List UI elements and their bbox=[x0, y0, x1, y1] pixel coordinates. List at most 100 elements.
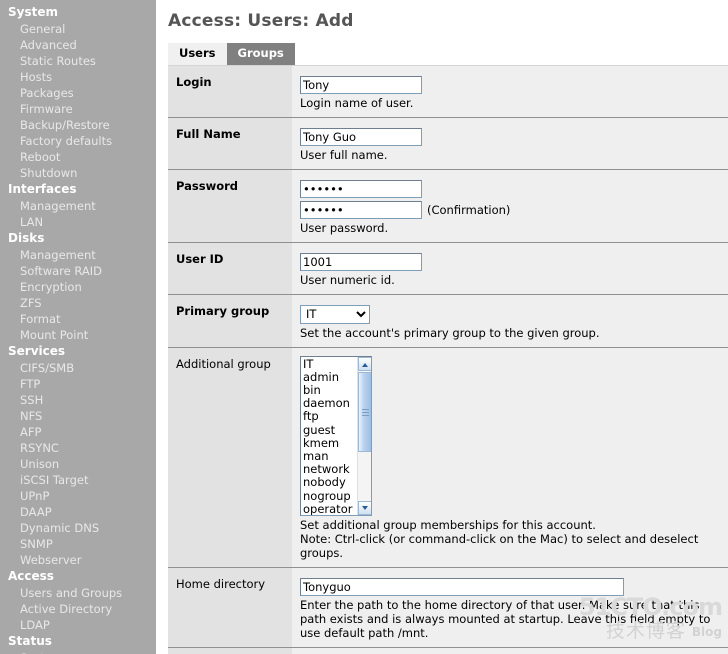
listbox-option[interactable]: nogroup bbox=[303, 489, 357, 503]
sidebar-item-reboot[interactable]: Reboot bbox=[0, 149, 156, 165]
label-user-id: User ID bbox=[168, 243, 292, 294]
listbox-option[interactable]: kmem bbox=[303, 436, 357, 450]
sidebar-item-management[interactable]: Management bbox=[0, 247, 156, 263]
label-login: Login bbox=[168, 66, 292, 117]
listbox-option[interactable]: operator bbox=[303, 502, 357, 514]
sidebar-item-upnp[interactable]: UPnP bbox=[0, 488, 156, 504]
label-home-directory: Home directory bbox=[168, 567, 292, 647]
scroll-up-arrow-icon[interactable] bbox=[358, 356, 371, 371]
desc-additional-group-1: Set additional group memberships for thi… bbox=[300, 517, 596, 532]
listbox-option[interactable]: ftp bbox=[303, 410, 357, 423]
sidebar-item-format[interactable]: Format bbox=[0, 311, 156, 327]
password-confirm-input[interactable] bbox=[300, 201, 422, 219]
sidebar-group-access: Access bbox=[8, 569, 54, 583]
desc-user-id: User numeric id. bbox=[300, 273, 395, 287]
sidebar-item-users-and-groups[interactable]: Users and Groups bbox=[0, 585, 156, 601]
sidebar-item-management[interactable]: Management bbox=[0, 198, 156, 214]
sidebar-item-advanced[interactable]: Advanced bbox=[0, 37, 156, 53]
form-row-password: Password (Confirmation) User password. bbox=[168, 170, 728, 243]
sidebar-item-ldap[interactable]: LDAP bbox=[0, 617, 156, 633]
sidebar-item-shutdown[interactable]: Shutdown bbox=[0, 165, 156, 181]
tab-groups[interactable]: Groups bbox=[226, 43, 295, 65]
form-row-full-name: Full Name User full name. bbox=[168, 118, 728, 170]
label-full-name: Full Name bbox=[168, 118, 292, 169]
label-primary-group: Primary group bbox=[168, 295, 292, 347]
scrollbar-thumb[interactable] bbox=[358, 371, 371, 452]
sidebar-item-active-directory[interactable]: Active Directory bbox=[0, 601, 156, 617]
sidebar-item-hosts[interactable]: Hosts bbox=[0, 69, 156, 85]
sidebar-navigation: System General Advanced Static Routes Hosts P… bbox=[0, 0, 156, 654]
sidebar-item-cifs-smb[interactable]: CIFS/SMB bbox=[0, 360, 156, 376]
sidebar-item-dynamic-dns[interactable]: Dynamic DNS bbox=[0, 520, 156, 536]
sidebar-item-static-routes[interactable]: Static Routes bbox=[0, 53, 156, 69]
sidebar-item-webserver[interactable]: Webserver bbox=[0, 552, 156, 568]
sidebar-item-afp[interactable]: AFP bbox=[0, 424, 156, 440]
sidebar-item-rsync[interactable]: RSYNC bbox=[0, 440, 156, 456]
desc-primary-group: Set the account's primary group to the g… bbox=[300, 325, 600, 340]
password-confirm-note: (Confirmation) bbox=[427, 203, 511, 217]
sidebar-item-ftp[interactable]: FTP bbox=[0, 376, 156, 392]
scroll-down-arrow-icon[interactable] bbox=[358, 500, 371, 515]
label-password: Password bbox=[168, 170, 292, 242]
sidebar-item-system[interactable]: System bbox=[0, 650, 156, 654]
sidebar-item-unison[interactable]: Unison bbox=[0, 456, 156, 472]
value-password: (Confirmation) User password. bbox=[292, 170, 728, 242]
listbox-option[interactable]: nobody bbox=[303, 476, 357, 489]
login-input[interactable] bbox=[300, 76, 422, 94]
app-window: System General Advanced Static Routes Hosts P… bbox=[0, 0, 728, 654]
sidebar-group-disks: Disks bbox=[8, 231, 45, 245]
scrollbar-grip-icon bbox=[362, 408, 369, 416]
tab-users[interactable]: Users bbox=[168, 43, 227, 65]
sidebar-item-software-raid[interactable]: Software RAID bbox=[0, 263, 156, 279]
main-content: Access: Users: Add Users Groups Login Lo… bbox=[156, 0, 728, 654]
primary-group-select[interactable]: ITadminbindaemonftpguestkmemmannetworkno… bbox=[300, 304, 370, 324]
sidebar-item-ssh[interactable]: SSH bbox=[0, 392, 156, 408]
form-row-login: Login Login name of user. bbox=[168, 66, 728, 118]
sidebar-group-interfaces: Interfaces bbox=[8, 182, 77, 196]
label-additional-group: Additional group bbox=[168, 347, 292, 567]
sidebar-group-services: Services bbox=[8, 344, 66, 358]
additional-group-listbox[interactable]: IT admin bin daemon ftp guest kmem man network no… bbox=[300, 355, 372, 516]
sidebar-item-general[interactable]: General bbox=[0, 21, 156, 37]
value-shell-access: Give full shell access to user. bbox=[292, 647, 728, 654]
value-user-id: User numeric id. bbox=[292, 243, 728, 294]
listbox-option[interactable]: IT bbox=[303, 357, 357, 371]
sidebar-item-firmware[interactable]: Firmware bbox=[0, 101, 156, 117]
value-additional-group: IT admin bin daemon ftp guest kmem man network no… bbox=[292, 347, 728, 567]
label-shell-access: Shell access bbox=[168, 647, 292, 654]
desc-password: User password. bbox=[300, 221, 389, 235]
value-primary-group: ITadminbindaemonftpguestkmemmannetworkno… bbox=[292, 295, 728, 347]
listbox-option[interactable]: admin bbox=[303, 370, 357, 384]
desc-additional-group-2: Note: Ctrl-click (or command-click on th… bbox=[300, 531, 699, 560]
user-id-input[interactable] bbox=[300, 253, 422, 271]
desc-full-name: User full name. bbox=[300, 148, 388, 162]
full-name-input[interactable] bbox=[300, 128, 422, 146]
sidebar-item-snmp[interactable]: SNMP bbox=[0, 536, 156, 552]
form-row-additional-group: Additional group IT admin bin daemon ftp gues… bbox=[168, 347, 728, 568]
sidebar-item-encryption[interactable]: Encryption bbox=[0, 279, 156, 295]
desc-login: Login name of user. bbox=[300, 96, 414, 110]
password-input[interactable] bbox=[300, 180, 422, 198]
sidebar-item-backup-restore[interactable]: Backup/Restore bbox=[0, 117, 156, 133]
sidebar-item-nfs[interactable]: NFS bbox=[0, 408, 156, 424]
tab-bar: Users Groups bbox=[168, 43, 725, 65]
sidebar-group-system: System bbox=[8, 5, 58, 19]
form-row-home-directory: Home directory Enter the path to the hom… bbox=[168, 567, 728, 648]
page-title: Access: Users: Add bbox=[168, 11, 354, 31]
sidebar-item-iscsi-target[interactable]: iSCSI Target bbox=[0, 472, 156, 488]
listbox-scrollbar[interactable] bbox=[357, 356, 371, 515]
listbox-option[interactable]: guest bbox=[303, 423, 357, 437]
sidebar-item-factory-defaults[interactable]: Factory defaults bbox=[0, 133, 156, 149]
form-row-primary-group: Primary group ITadminbindaemonftpguestkm… bbox=[168, 295, 728, 348]
sidebar-item-lan[interactable]: LAN bbox=[0, 214, 156, 230]
value-login: Login name of user. bbox=[292, 66, 728, 117]
desc-home-directory: Enter the path to the home directory of … bbox=[300, 597, 711, 640]
sidebar-item-zfs[interactable]: ZFS bbox=[0, 295, 156, 311]
sidebar-item-packages[interactable]: Packages bbox=[0, 85, 156, 101]
home-directory-input[interactable] bbox=[300, 577, 624, 596]
value-home-directory: Enter the path to the home directory of … bbox=[292, 567, 728, 647]
sidebar-item-daap[interactable]: DAAP bbox=[0, 504, 156, 520]
sidebar-item-mount-point[interactable]: Mount Point bbox=[0, 327, 156, 343]
form-row-user-id: User ID User numeric id. bbox=[168, 243, 728, 295]
value-full-name: User full name. bbox=[292, 118, 728, 169]
